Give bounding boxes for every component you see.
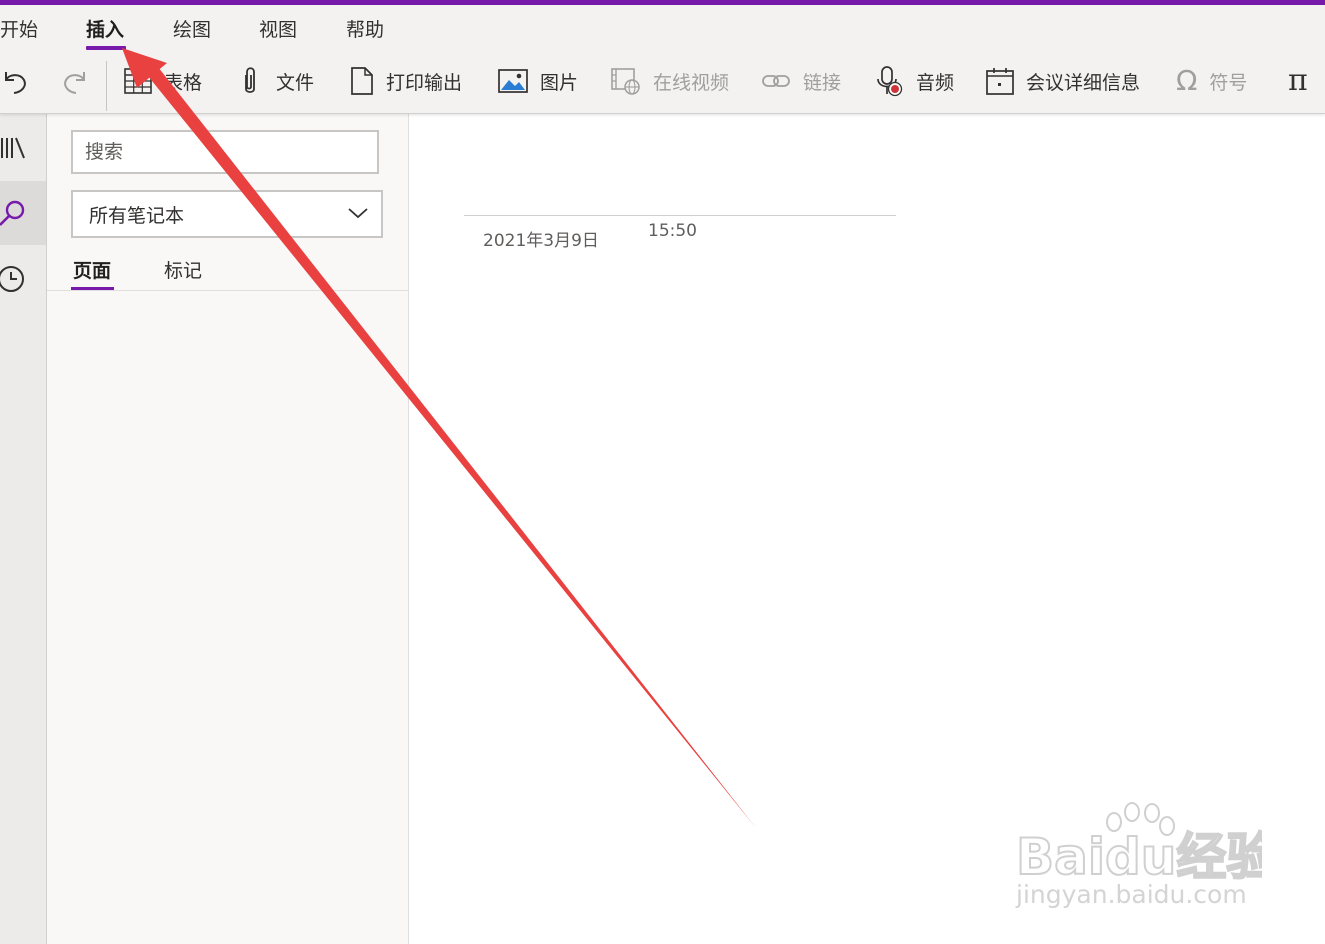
pi-icon: π <box>1288 63 1308 98</box>
pane-divider <box>47 290 408 291</box>
online-video-icon <box>611 68 640 95</box>
insert-file-button[interactable]: 文件 <box>238 63 314 99</box>
insert-audio-button[interactable]: 音频 <box>876 63 954 99</box>
meeting-details-button[interactable]: 会议详细信息 <box>986 63 1140 99</box>
watermark-url: jingyan.baidu.com <box>1016 880 1247 909</box>
meeting-details-icon <box>986 68 1014 95</box>
search-icon <box>0 200 25 226</box>
picture-icon <box>498 69 528 93</box>
redo-button[interactable] <box>60 63 90 99</box>
page-time: 15:50 <box>648 221 697 241</box>
table-icon <box>124 68 152 94</box>
tab-help[interactable]: 帮助 <box>346 15 384 42</box>
redo-icon <box>64 72 85 94</box>
insert-equation-button[interactable]: π <box>1288 63 1308 99</box>
tab-home[interactable]: 开始 <box>0 15 38 42</box>
tab-tags[interactable]: 标记 <box>164 256 202 283</box>
chevron-down-icon <box>348 208 368 219</box>
undo-icon <box>5 72 26 94</box>
notebooks-icon <box>1 137 25 159</box>
paperclip-icon <box>245 67 255 93</box>
page-date: 2021年3月9日 <box>483 231 599 251</box>
insert-symbol-button[interactable]: Ω 符号 <box>1176 63 1247 99</box>
notebooks-nav-button[interactable] <box>0 116 46 180</box>
recent-nav-button[interactable] <box>0 247 46 311</box>
active-tab-indicator <box>86 46 126 50</box>
undo-button[interactable] <box>0 63 30 99</box>
search-pane: 所有笔记本 页面 标记 <box>47 114 409 944</box>
tab-insert[interactable]: 插入 <box>86 15 124 42</box>
omega-icon: Ω <box>1176 64 1198 97</box>
notebook-scope-dropdown[interactable]: 所有笔记本 <box>71 190 383 238</box>
nav-rail <box>0 114 47 944</box>
insert-printout-button[interactable]: 打印输出 <box>350 63 462 99</box>
link-icon <box>762 75 790 87</box>
printout-icon <box>351 67 373 95</box>
scope-value: 所有笔记本 <box>89 204 185 227</box>
search-nav-button[interactable] <box>0 181 46 245</box>
insert-picture-button[interactable]: 图片 <box>498 63 578 99</box>
tab-draw[interactable]: 绘图 <box>173 15 211 42</box>
insert-online-video-button[interactable]: 在线视频 <box>611 63 729 99</box>
ribbon: 开始 插入 绘图 视图 帮助 表格 文件 打印输出 图片 在线视频 链接 音频 … <box>0 5 1325 114</box>
tab-pages[interactable]: 页面 <box>73 256 111 283</box>
search-input[interactable] <box>71 130 379 174</box>
page-title-underline <box>464 215 896 216</box>
insert-link-button[interactable]: 链接 <box>761 63 841 99</box>
clock-icon <box>0 266 24 292</box>
audio-icon <box>877 66 903 97</box>
tab-view[interactable]: 视图 <box>259 15 297 42</box>
page-canvas[interactable]: 2021年3月9日 15:50 <box>409 114 1325 944</box>
insert-table-button[interactable]: 表格 <box>124 63 202 99</box>
toolbar-separator <box>106 61 107 111</box>
